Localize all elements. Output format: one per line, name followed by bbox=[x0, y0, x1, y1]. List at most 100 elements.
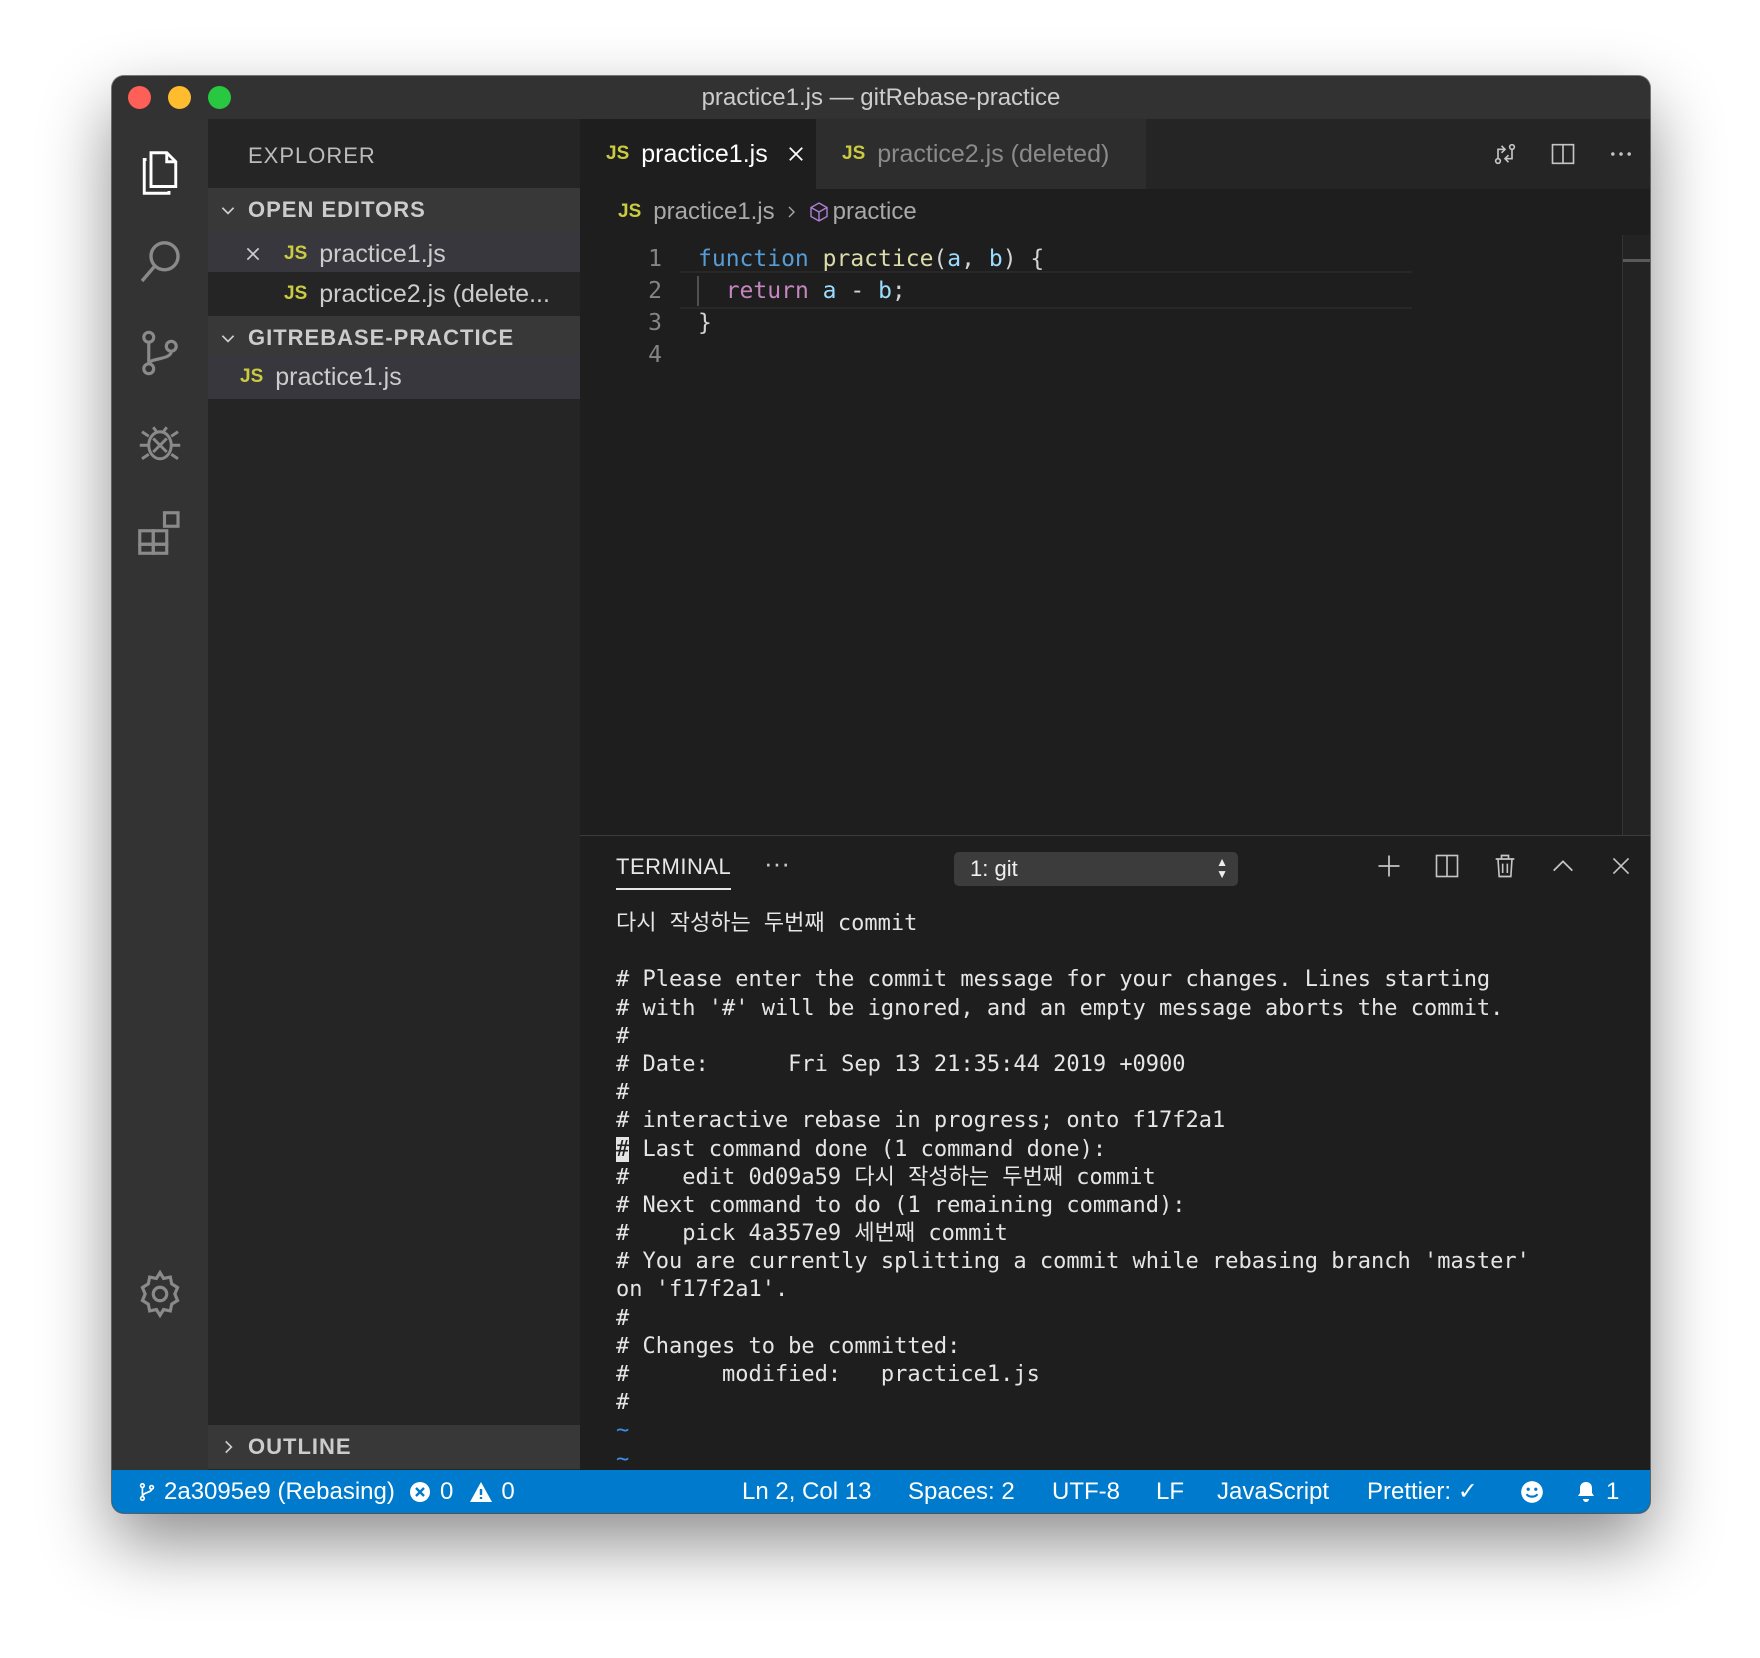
code-text: function practice(a, b) { bbox=[698, 246, 1045, 272]
problems-status[interactable]: 0 0 bbox=[408, 1470, 515, 1513]
terminal-line: 다시 작성하는 두번째 commit bbox=[616, 911, 918, 936]
js-file-icon: JS bbox=[618, 201, 642, 222]
zoom-window-button[interactable] bbox=[208, 86, 231, 109]
terminal-line: # with '#' will be ignored, and an empty… bbox=[616, 995, 1504, 1021]
terminal-line: ~ bbox=[616, 1418, 630, 1444]
minimap[interactable] bbox=[1622, 235, 1650, 835]
close-window-button[interactable] bbox=[128, 86, 151, 109]
open-editor-label: practice2.js (delete... bbox=[319, 279, 550, 308]
code-editor[interactable]: 1 function practice(a, b) {2 return a - b… bbox=[580, 235, 1650, 835]
js-file-icon: JS bbox=[284, 283, 308, 304]
terminal-select-value: 1: git bbox=[970, 856, 1018, 881]
terminal-select[interactable]: 1: git ▲ ▼ bbox=[954, 852, 1238, 886]
tab-label: practice1.js bbox=[641, 139, 768, 168]
terminal-line: # pick 4a357e9 세번째 commit bbox=[616, 1221, 1008, 1247]
editor-actions bbox=[1476, 119, 1650, 189]
code-line[interactable]: 1 function practice(a, b) { bbox=[580, 241, 1044, 277]
maximize-panel-icon[interactable] bbox=[1534, 846, 1592, 886]
cursor-position[interactable]: Ln 2, Col 13 bbox=[742, 1470, 871, 1513]
files-icon[interactable] bbox=[130, 143, 190, 203]
panel-more-icon[interactable]: ··· bbox=[764, 848, 790, 879]
outline-section[interactable]: OUTLINE bbox=[208, 1425, 580, 1469]
terminal-cursor: # bbox=[616, 1136, 630, 1162]
breadcrumb: JS practice1.js practice bbox=[580, 189, 1650, 235]
chevron-right-icon bbox=[208, 1438, 248, 1456]
file-tree-item[interactable]: JS practice1.js bbox=[208, 355, 580, 399]
editor-tabs: JS practice1.js JS practice2.js (deleted… bbox=[580, 119, 1650, 189]
tab-terminal[interactable]: TERMINAL bbox=[616, 854, 732, 890]
status-bar: 2a3095e9 (Rebasing) 0 0 Ln 2, Col 13 Spa… bbox=[112, 1470, 1650, 1513]
explorer-sidebar: EXPLORER OPEN EDITORS JS practice1.js JS… bbox=[208, 119, 580, 1470]
notification-count: 1 bbox=[1606, 1477, 1620, 1505]
indentation-status[interactable]: Spaces: 2 bbox=[908, 1470, 1015, 1513]
line-number: 3 bbox=[648, 310, 662, 336]
extensions-icon[interactable] bbox=[130, 503, 190, 563]
terminal-line: # bbox=[616, 1305, 630, 1331]
terminal-output[interactable]: 다시 작성하는 두번째 commit # Please enter the com… bbox=[616, 910, 1636, 1513]
chevron-down-icon bbox=[208, 329, 248, 347]
js-file-icon: JS bbox=[284, 243, 308, 264]
error-count: 0 bbox=[440, 1477, 454, 1505]
chevron-down-icon bbox=[208, 201, 248, 219]
terminal-line: # Date: Fri Sep 13 21:35:44 2019 +0900 bbox=[616, 1051, 1186, 1077]
code-text: } bbox=[698, 310, 712, 336]
code-line[interactable]: 3} bbox=[580, 305, 712, 341]
trash-icon[interactable] bbox=[1476, 846, 1534, 886]
terminal-line: # modified: practice1.js bbox=[616, 1362, 1040, 1387]
debug-icon[interactable] bbox=[130, 413, 190, 473]
minimize-window-button[interactable] bbox=[168, 86, 191, 109]
gear-icon[interactable] bbox=[130, 1264, 190, 1324]
breadcrumb-file[interactable]: practice1.js bbox=[653, 198, 774, 226]
open-editors-label: OPEN EDITORS bbox=[248, 197, 426, 222]
terminal-line: # Changes to be committed: bbox=[616, 1333, 961, 1359]
open-editor-label: practice1.js bbox=[319, 239, 446, 268]
warning-count: 0 bbox=[501, 1477, 515, 1505]
encoding-status[interactable]: UTF-8 bbox=[1052, 1470, 1120, 1513]
terminal-line: # interactive rebase in progress; onto f… bbox=[616, 1108, 1226, 1134]
line-number: 1 bbox=[648, 246, 662, 272]
window-title: practice1.js — gitRebase-practice bbox=[701, 83, 1061, 111]
code-line[interactable]: 2 return a - b; bbox=[580, 273, 906, 309]
close-icon[interactable] bbox=[786, 144, 806, 164]
terminal-line: # bbox=[616, 1390, 630, 1416]
terminal-line: # edit 0d09a59 다시 작성하는 두번째 commit bbox=[616, 1164, 1156, 1190]
js-file-icon: JS bbox=[842, 143, 866, 164]
open-editor-item[interactable]: JS practice2.js (delete... bbox=[208, 272, 580, 316]
tab-practice1[interactable]: JS practice1.js bbox=[580, 119, 816, 189]
panel-actions bbox=[1360, 846, 1650, 886]
more-actions-icon[interactable] bbox=[1592, 140, 1650, 168]
open-editors-section[interactable]: OPEN EDITORS bbox=[208, 188, 580, 232]
prettier-status[interactable]: Prettier: ✓ bbox=[1367, 1470, 1478, 1513]
terminal-line: # You are currently splitting a commit w… bbox=[616, 1249, 1530, 1275]
eol-status[interactable]: LF bbox=[1156, 1470, 1184, 1513]
compare-changes-icon[interactable] bbox=[1476, 140, 1534, 168]
sidebar-title: EXPLORER bbox=[248, 143, 376, 168]
code-line[interactable]: 4 bbox=[580, 337, 662, 373]
chevron-right-icon bbox=[783, 204, 799, 220]
source-control-icon[interactable] bbox=[130, 323, 190, 383]
search-icon[interactable] bbox=[130, 233, 190, 293]
new-terminal-icon[interactable] bbox=[1360, 846, 1418, 886]
split-terminal-icon[interactable] bbox=[1418, 846, 1476, 886]
open-editor-item[interactable]: JS practice1.js bbox=[208, 232, 580, 276]
breadcrumb-symbol[interactable]: practice bbox=[833, 198, 917, 226]
feedback-icon[interactable] bbox=[1519, 1470, 1545, 1513]
language-status[interactable]: JavaScript bbox=[1217, 1470, 1329, 1513]
notifications-status[interactable]: 1 bbox=[1574, 1470, 1619, 1513]
tab-practice2[interactable]: JS practice2.js (deleted) bbox=[816, 119, 1146, 189]
file-tree-label: practice1.js bbox=[275, 362, 402, 391]
split-editor-icon[interactable] bbox=[1534, 140, 1592, 168]
git-branch-icon bbox=[136, 1480, 158, 1504]
close-icon[interactable] bbox=[244, 245, 284, 263]
line-number: 4 bbox=[648, 342, 662, 368]
terminal-line: on 'f17f2a1'. bbox=[616, 1277, 789, 1303]
terminal-line: # bbox=[616, 1080, 630, 1106]
line-number: 2 bbox=[648, 278, 662, 304]
branch-status[interactable]: 2a3095e9 (Rebasing) bbox=[136, 1470, 395, 1513]
close-panel-icon[interactable] bbox=[1592, 846, 1650, 886]
tab-label: practice2.js (deleted) bbox=[877, 139, 1110, 168]
terminal-line: # bbox=[616, 1023, 630, 1049]
terminal-line: # Next command to do (1 remaining comman… bbox=[616, 1192, 1186, 1218]
project-section[interactable]: GITREBASE-PRACTICE bbox=[208, 316, 580, 360]
